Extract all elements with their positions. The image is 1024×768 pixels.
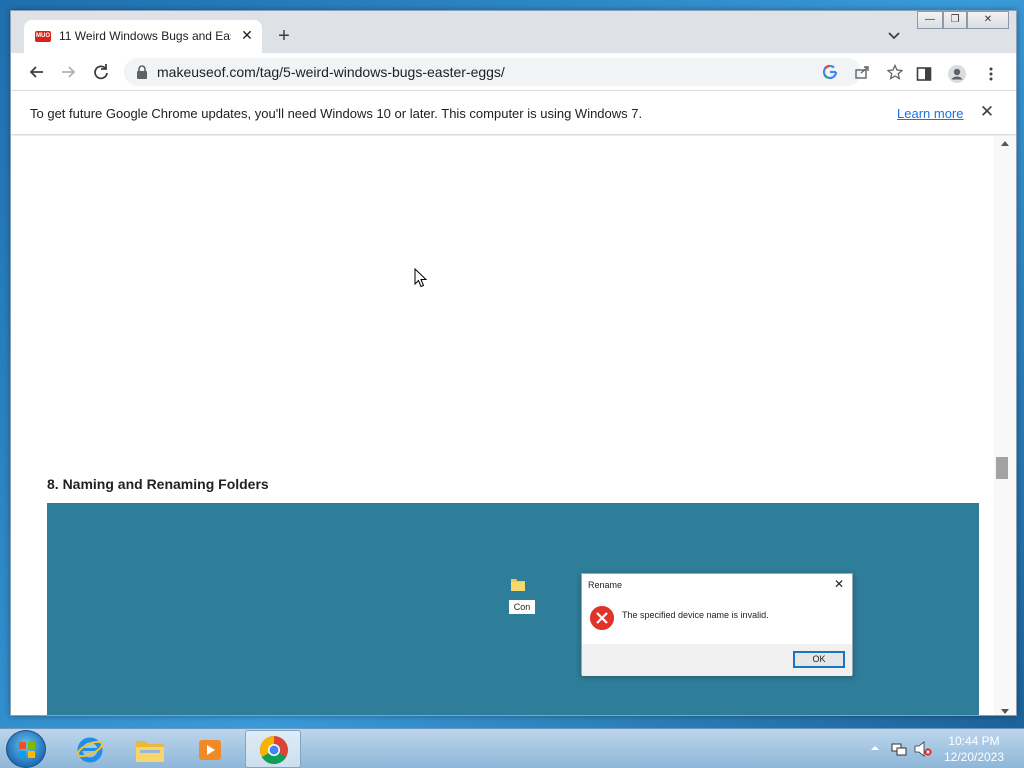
dialog-footer: OK xyxy=(582,644,852,676)
minimize-button[interactable]: — xyxy=(917,11,943,29)
site-favicon-icon: MUO xyxy=(35,31,51,42)
tab-search-chevron-icon[interactable] xyxy=(886,27,902,43)
scroll-thumb[interactable] xyxy=(996,457,1008,479)
clock-time: 10:44 PM xyxy=(948,734,1000,748)
chrome-icon xyxy=(260,736,288,764)
restore-button[interactable]: ❐ xyxy=(943,11,967,29)
reload-icon[interactable] xyxy=(90,61,112,83)
forward-arrow-icon[interactable] xyxy=(57,61,79,83)
google-icon[interactable] xyxy=(822,64,838,80)
scroll-down-arrow-icon[interactable] xyxy=(1001,709,1009,714)
tab-title: 11 Weird Windows Bugs and Easter Eggs xyxy=(59,29,231,43)
page-content[interactable]: 8. Naming and Renaming Folders Con Renam… xyxy=(11,136,994,715)
share-icon[interactable] xyxy=(854,64,870,80)
learn-more-link[interactable]: Learn more xyxy=(897,106,963,121)
clock-date: 12/20/2023 xyxy=(943,750,1005,764)
browser-toolbar: makeuseof.com/tag/5-weird-windows-bugs-e… xyxy=(11,53,1016,91)
mouse-pointer-icon xyxy=(414,268,428,288)
back-arrow-icon[interactable] xyxy=(26,61,48,83)
browser-tab[interactable]: MUO 11 Weird Windows Bugs and Easter Egg… xyxy=(24,20,262,53)
volume-muted-icon[interactable] xyxy=(914,741,932,757)
side-panel-icon[interactable] xyxy=(916,66,932,82)
dialog-close-icon: ✕ xyxy=(834,577,845,591)
windows-logo-icon xyxy=(19,742,35,758)
folder-icon xyxy=(136,741,164,762)
tab-close-icon[interactable]: ✕ xyxy=(238,26,256,44)
ok-button: OK xyxy=(793,651,845,668)
internet-explorer-icon xyxy=(77,737,103,763)
window-close-button[interactable]: ✕ xyxy=(967,11,1009,29)
article-screenshot-image: Con Rename ✕ The specified device name i… xyxy=(47,503,979,715)
url-text[interactable]: makeuseof.com/tag/5-weird-windows-bugs-e… xyxy=(157,64,505,80)
lock-icon[interactable] xyxy=(136,65,148,79)
taskbar-chrome[interactable] xyxy=(245,730,301,768)
folder-name-label: Con xyxy=(509,600,535,614)
taskbar-internet-explorer[interactable] xyxy=(62,730,118,768)
media-player-icon xyxy=(199,740,221,760)
profile-avatar-icon[interactable] xyxy=(947,64,967,84)
start-button[interactable] xyxy=(6,730,46,768)
chrome-window: MUO 11 Weird Windows Bugs and Easter Egg… xyxy=(10,10,1017,716)
scroll-up-arrow-icon[interactable] xyxy=(1001,141,1009,146)
update-infobar: To get future Google Chrome updates, you… xyxy=(11,91,1016,135)
page-scrollbar[interactable] xyxy=(994,136,1016,715)
system-clock[interactable]: 10:44 PM 12/20/2023 xyxy=(936,733,1012,765)
infobar-message: To get future Google Chrome updates, you… xyxy=(30,106,643,121)
dialog-title: Rename xyxy=(588,580,623,590)
show-hidden-icons-icon[interactable] xyxy=(868,741,882,755)
dialog-message: The specified device name is invalid. xyxy=(622,610,769,620)
error-icon xyxy=(590,606,614,630)
tab-strip: MUO 11 Weird Windows Bugs and Easter Egg… xyxy=(11,11,1016,53)
new-tab-button[interactable]: + xyxy=(273,25,295,47)
taskbar-media-player[interactable] xyxy=(182,730,238,768)
rename-dialog: Rename ✕ The specified device name is in… xyxy=(581,573,853,676)
taskbar-file-explorer[interactable] xyxy=(122,730,178,768)
section-heading: 8. Naming and Renaming Folders xyxy=(47,476,269,492)
folder-icon xyxy=(511,579,525,591)
menu-kebab-icon[interactable] xyxy=(983,66,999,82)
windows-taskbar: 10:44 PM 12/20/2023 xyxy=(0,728,1024,768)
bookmark-star-icon[interactable] xyxy=(887,64,903,80)
infobar-close-icon[interactable]: ✕ xyxy=(978,102,996,122)
address-bar[interactable]: makeuseof.com/tag/5-weird-windows-bugs-e… xyxy=(124,58,903,86)
network-icon[interactable] xyxy=(891,741,907,757)
